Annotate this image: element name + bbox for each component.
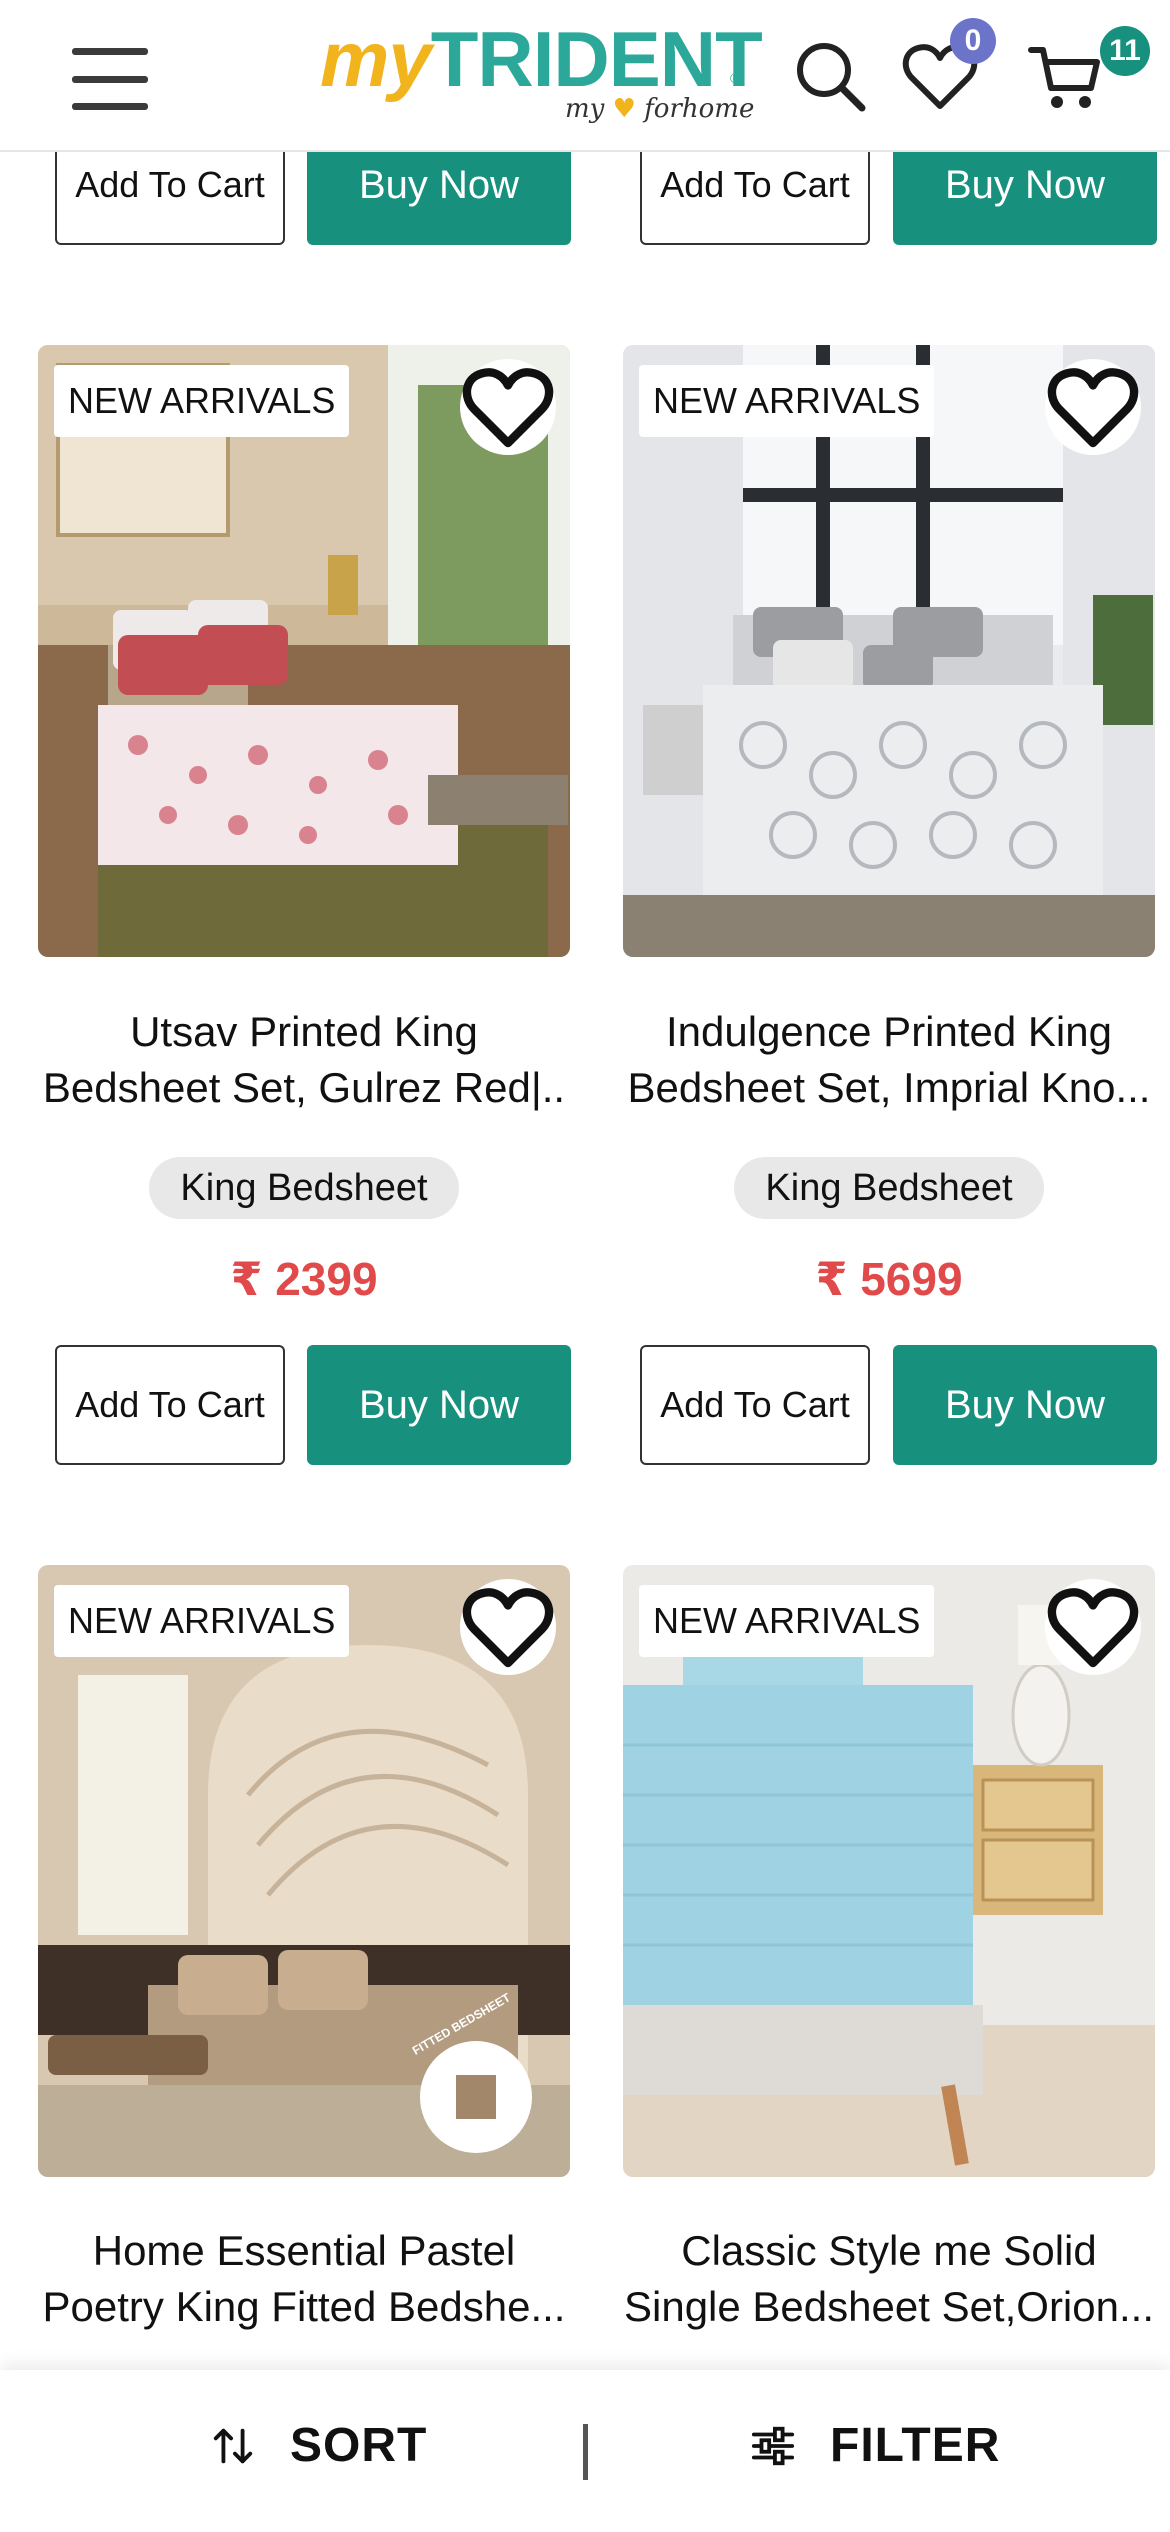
sort-icon: [213, 2428, 253, 2463]
buy-now-button[interactable]: Buy Now: [893, 1345, 1157, 1465]
heart-icon[interactable]: [1045, 359, 1141, 455]
new-arrivals-badge: NEW ARRIVALS: [639, 365, 935, 437]
product-title[interactable]: Indulgence Printed King Bedsheet Set, Im…: [609, 1004, 1169, 1116]
product-price: ₹ 5699: [815, 1253, 963, 1305]
product-image[interactable]: NEW ARRIVALS: [623, 1565, 1155, 2177]
category-tag: King Bedsheet: [149, 1157, 459, 1219]
cart-count-badge: 11: [1100, 26, 1150, 76]
new-arrivals-badge: NEW ARRIVALS: [54, 1585, 350, 1657]
new-arrivals-badge: NEW ARRIVALS: [639, 1585, 935, 1657]
buy-now-button[interactable]: Buy Now: [307, 1345, 571, 1465]
product-price: ₹ 2399: [230, 1253, 378, 1305]
menu-icon[interactable]: [72, 48, 148, 110]
heart-icon[interactable]: [1045, 1579, 1141, 1675]
product-image[interactable]: NEW ARRIVALS: [38, 345, 570, 957]
filter-label: FILTER: [830, 2419, 1001, 2472]
heart-icon[interactable]: [460, 359, 556, 455]
add-to-cart-button[interactable]: Add To Cart: [55, 1345, 285, 1465]
heart-icon[interactable]: [460, 1579, 556, 1675]
sort-filter-bar: SORT FILTER: [0, 2370, 1170, 2532]
product-title[interactable]: Home Essential Pastel Poetry King Fitted…: [24, 2223, 584, 2335]
filter-icon: [751, 2426, 795, 2465]
app-header: myTRIDENT ® my ♥ forhome 0 11: [0, 0, 1170, 152]
wishlist-count-badge: 0: [950, 18, 996, 64]
sort-label: SORT: [290, 2419, 428, 2472]
cart-icon[interactable]: [1025, 36, 1105, 116]
new-arrivals-badge: NEW ARRIVALS: [54, 365, 350, 437]
category-tag: King Bedsheet: [734, 1157, 1044, 1219]
search-icon[interactable]: [790, 36, 870, 116]
product-title[interactable]: Utsav Printed King Bedsheet Set, Gulrez …: [24, 1004, 584, 1116]
filter-button[interactable]: FILTER: [750, 2418, 1000, 2473]
product-image[interactable]: NEW ARRIVALS FITTED BEDSHEET: [38, 1565, 570, 2177]
add-to-cart-button[interactable]: Add To Cart: [640, 1345, 870, 1465]
divider: [583, 2424, 588, 2480]
product-title[interactable]: Classic Style me Solid Single Bedsheet S…: [609, 2223, 1169, 2335]
brand-logo[interactable]: myTRIDENT ® my ♥ forhome: [320, 14, 763, 132]
product-image[interactable]: NEW ARRIVALS: [623, 345, 1155, 957]
sort-button[interactable]: SORT: [210, 2418, 427, 2473]
